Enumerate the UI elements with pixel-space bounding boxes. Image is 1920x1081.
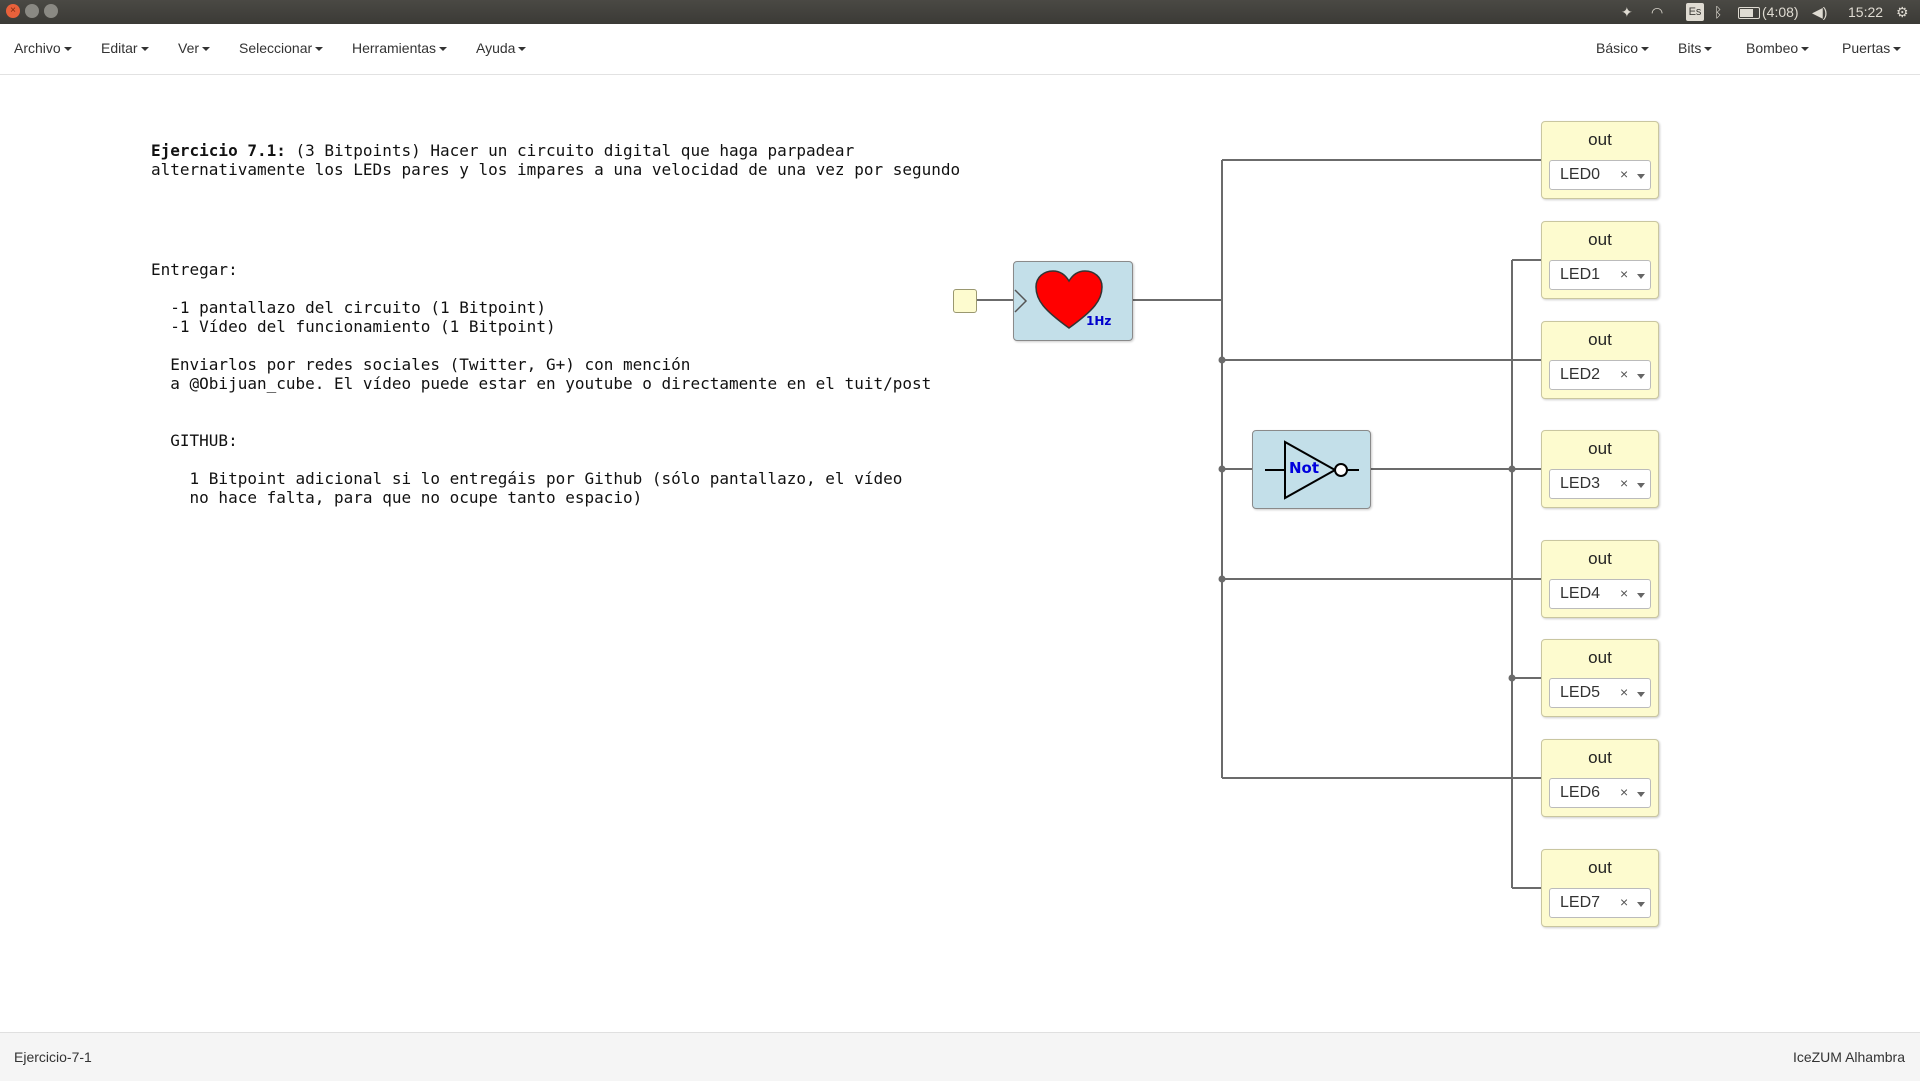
not-gate-label: Not	[1289, 459, 1320, 477]
clock-frequency-label: 1Hz	[1086, 314, 1112, 328]
input-port[interactable]	[953, 289, 977, 313]
status-bar: Ejercicio-7-1 IceZUM Alhambra	[0, 1032, 1920, 1081]
pin-value: LED4	[1560, 585, 1601, 602]
chevron-down-icon[interactable]	[1637, 483, 1645, 488]
board-name[interactable]: IceZUM Alhambra	[1793, 1049, 1905, 1065]
pin-select[interactable]: LED1 ×	[1549, 260, 1651, 290]
clear-icon[interactable]: ×	[1620, 366, 1628, 382]
clear-icon[interactable]: ×	[1620, 166, 1628, 182]
clear-icon[interactable]: ×	[1620, 585, 1628, 601]
output-block-led2[interactable]: out LED2 ×	[1541, 321, 1659, 399]
output-label: out	[1588, 130, 1612, 149]
chevron-down-icon[interactable]	[1637, 792, 1645, 797]
output-label: out	[1588, 439, 1612, 458]
clear-icon[interactable]: ×	[1620, 784, 1628, 800]
output-block-led7[interactable]: out LED7 ×	[1541, 849, 1659, 927]
output-block-led6[interactable]: out LED6 ×	[1541, 739, 1659, 817]
chevron-down-icon[interactable]	[1637, 593, 1645, 598]
not-gate-block[interactable]: Not	[1252, 430, 1371, 509]
chevron-down-icon[interactable]	[1637, 374, 1645, 379]
output-block-led3[interactable]: out LED3 ×	[1541, 430, 1659, 508]
output-block-led1[interactable]: out LED1 ×	[1541, 221, 1659, 299]
pin-select[interactable]: LED0 ×	[1549, 160, 1651, 190]
chevron-down-icon[interactable]	[1637, 692, 1645, 697]
clear-icon[interactable]: ×	[1620, 475, 1628, 491]
pin-value: LED5	[1560, 684, 1601, 701]
output-block-led5[interactable]: out LED5 ×	[1541, 639, 1659, 717]
output-label: out	[1588, 648, 1612, 667]
heartbeat-1hz-block[interactable]: 1Hz	[1013, 261, 1133, 341]
pin-value: LED3	[1560, 475, 1601, 492]
output-label: out	[1588, 748, 1612, 767]
pin-select[interactable]: LED3 ×	[1549, 469, 1651, 499]
chevron-down-icon[interactable]	[1637, 174, 1645, 179]
output-label: out	[1588, 230, 1612, 249]
pin-value: LED2	[1560, 366, 1601, 383]
output-label: out	[1588, 330, 1612, 349]
pin-select[interactable]: LED6 ×	[1549, 778, 1651, 808]
clear-icon[interactable]: ×	[1620, 894, 1628, 910]
pin-value: LED7	[1560, 894, 1601, 911]
pin-value: LED0	[1560, 166, 1601, 183]
pin-select[interactable]: LED2 ×	[1549, 360, 1651, 390]
output-label: out	[1588, 858, 1612, 877]
pin-value: LED6	[1560, 784, 1601, 801]
clear-icon[interactable]: ×	[1620, 266, 1628, 282]
chevron-down-icon[interactable]	[1637, 274, 1645, 279]
pin-value: LED1	[1560, 266, 1601, 283]
project-name: Ejercicio-7-1	[14, 1049, 92, 1065]
pin-select[interactable]: LED7 ×	[1549, 888, 1651, 918]
output-block-led4[interactable]: out LED4 ×	[1541, 540, 1659, 618]
pin-select[interactable]: LED5 ×	[1549, 678, 1651, 708]
pin-select[interactable]: LED4 ×	[1549, 579, 1651, 609]
output-label: out	[1588, 549, 1612, 568]
clear-icon[interactable]: ×	[1620, 684, 1628, 700]
chevron-down-icon[interactable]	[1637, 902, 1645, 907]
output-block-led0[interactable]: out LED0 ×	[1541, 121, 1659, 199]
